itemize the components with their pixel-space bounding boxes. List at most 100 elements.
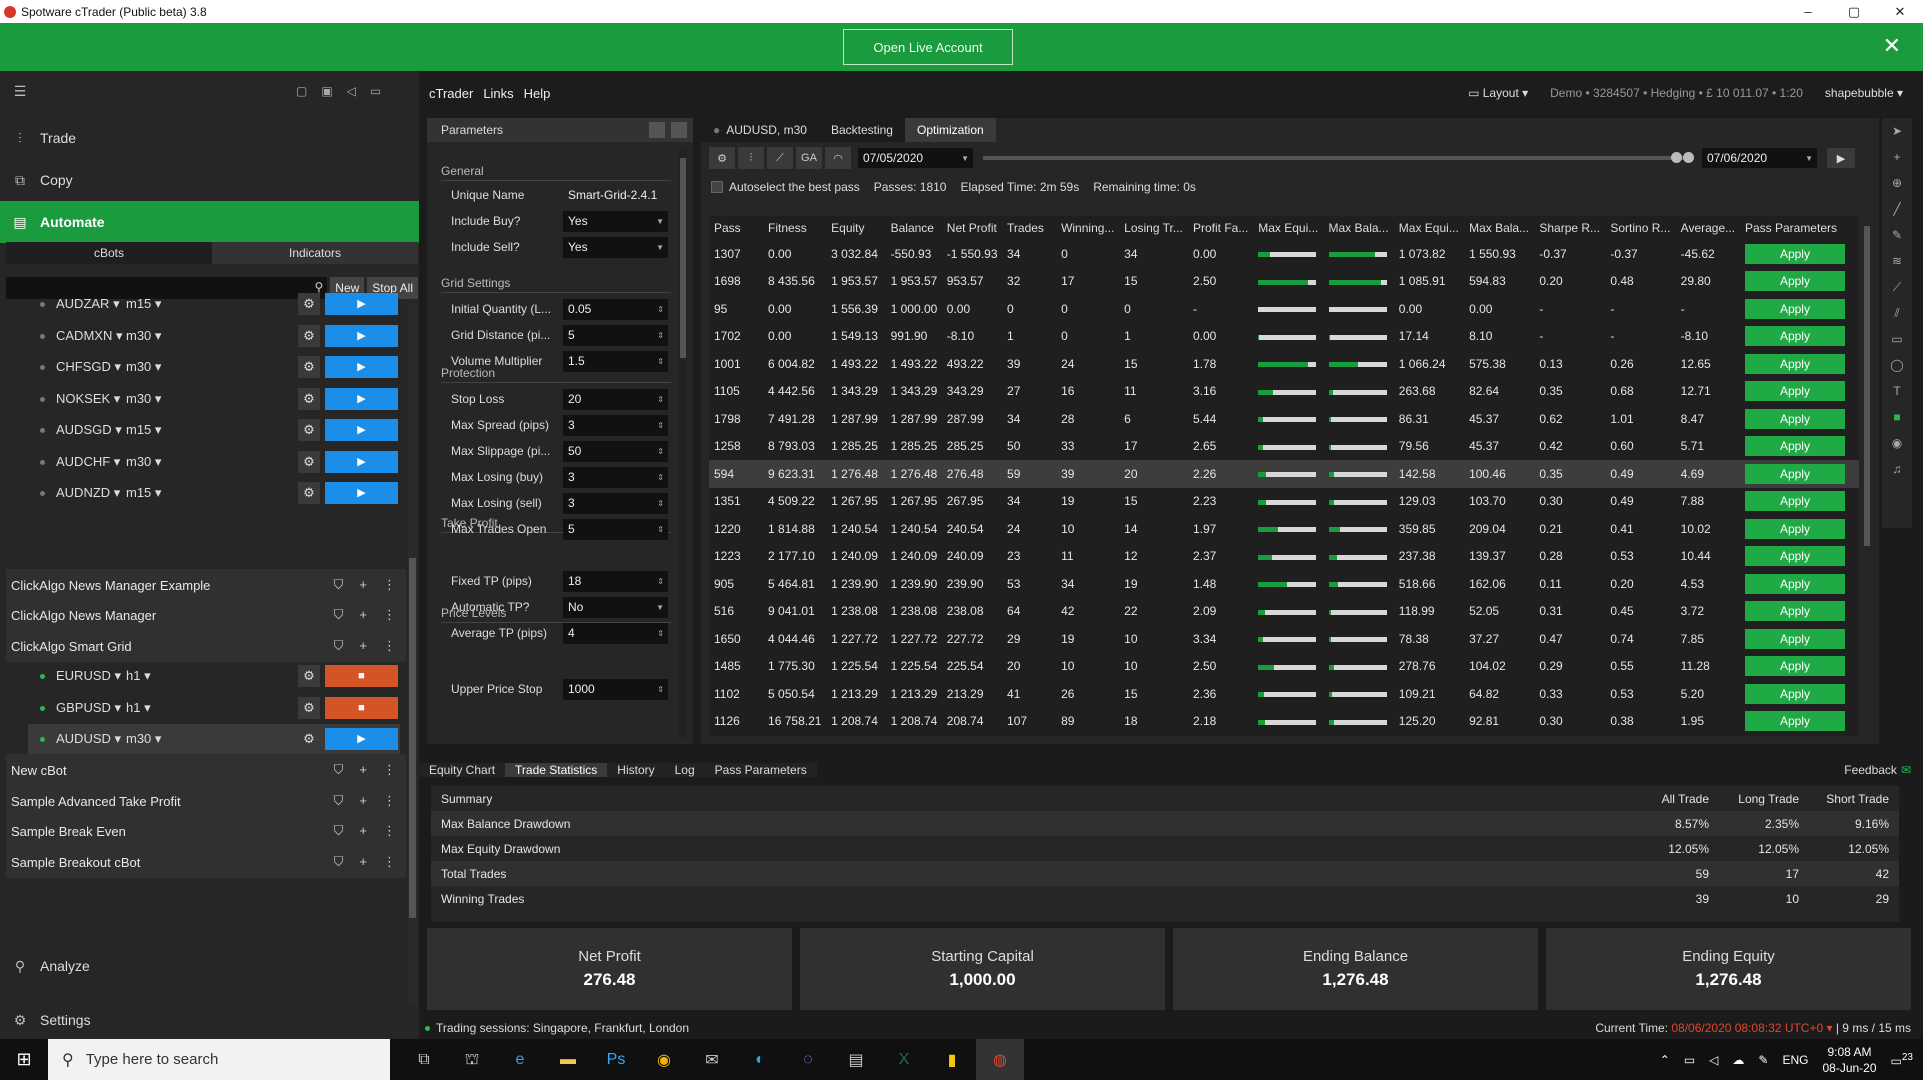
- parameter-value-input[interactable]: No ▼: [563, 596, 668, 618]
- cursor-icon[interactable]: ➤: [1882, 118, 1912, 144]
- play-button[interactable]: ▶: [325, 451, 398, 473]
- gear-icon[interactable]: ⚙: [298, 388, 320, 410]
- parameter-value-input[interactable]: 1000 ⇕: [563, 678, 668, 700]
- apply-button[interactable]: Apply: [1744, 408, 1845, 429]
- spinner-icon[interactable]: ⇕: [657, 685, 664, 694]
- cbot-row[interactable]: Sample Break Even ⛉ + ⋮: [6, 815, 406, 847]
- spinner-icon[interactable]: ⇕: [657, 447, 664, 456]
- tab-history[interactable]: History: [607, 763, 665, 777]
- speed-icon[interactable]: ◠: [825, 147, 851, 169]
- tab-symbol[interactable]: ● AUDUSD, m30: [701, 118, 819, 142]
- network-icon[interactable]: ▭: [1684, 1053, 1695, 1067]
- menu-help[interactable]: Help: [524, 86, 551, 101]
- user-menu[interactable]: shapebubble ▾: [1825, 86, 1903, 100]
- apply-button[interactable]: Apply: [1744, 518, 1845, 539]
- apply-button[interactable]: Apply: [1744, 463, 1845, 484]
- play-button[interactable]: ▶: [325, 419, 398, 441]
- instance-timeframe[interactable]: h1 ▾: [126, 668, 176, 684]
- add-instance-icon[interactable]: +: [359, 854, 367, 870]
- column-header[interactable]: Pass Parameters: [1740, 216, 1859, 240]
- cbot-row[interactable]: Sample Breakout cBot ⛉ + ⋮: [6, 846, 406, 878]
- onedrive-icon[interactable]: ☁: [1732, 1053, 1744, 1067]
- fib-icon[interactable]: ≋: [1882, 248, 1912, 274]
- column-header[interactable]: Max Equi...: [1394, 216, 1464, 240]
- users-icon[interactable]: ⛉: [334, 854, 344, 870]
- bell-icon[interactable]: ♫: [1882, 456, 1912, 482]
- spinner-icon[interactable]: ⇕: [657, 525, 664, 534]
- account-info[interactable]: Demo • 3284507 • Hedging • £ 10 011.07 •…: [1550, 86, 1803, 100]
- instance-timeframe[interactable]: m30 ▾: [126, 328, 176, 344]
- settings-gear-icon[interactable]: ⚙: [709, 147, 735, 169]
- apply-button[interactable]: Apply: [1744, 628, 1845, 649]
- apply-button[interactable]: Apply: [1744, 326, 1845, 347]
- apply-button[interactable]: Apply: [1744, 711, 1845, 732]
- table-row[interactable]: 1702 0.00 1 549.13 991.90 -8.10 1 0 1 0.00 17.14 8…: [709, 323, 1859, 351]
- instance-row[interactable]: GBPUSD ▾ h1 ▾ ⚙ ■: [28, 693, 400, 723]
- cbot-row[interactable]: ClickAlgo News Manager ⛉ + ⋮: [6, 599, 406, 631]
- column-header[interactable]: Profit Fa...: [1188, 216, 1253, 240]
- nav-copy[interactable]: ⧉ Copy: [0, 159, 419, 201]
- maximize-button[interactable]: ▢: [1831, 0, 1877, 23]
- more-icon[interactable]: ⋮: [383, 638, 396, 654]
- sidebar-scrollbar[interactable]: [408, 303, 417, 1003]
- parameter-value-input[interactable]: Yes ▼: [563, 236, 668, 258]
- close-promo-icon[interactable]: ✕: [1883, 33, 1901, 59]
- parameter-value-input[interactable]: 5 ⇕: [563, 518, 668, 540]
- parameter-value-input[interactable]: 50 ⇕: [563, 440, 668, 462]
- line-icon[interactable]: ╱: [1882, 196, 1912, 222]
- notifications-icon[interactable]: ▭23: [1891, 1052, 1913, 1068]
- edge-legacy-icon[interactable]: e: [496, 1039, 544, 1080]
- column-header[interactable]: Pass: [709, 216, 763, 240]
- users-icon[interactable]: ⛉: [334, 638, 344, 654]
- ga-button[interactable]: GA: [796, 147, 822, 169]
- slider-handle-end[interactable]: [1683, 152, 1694, 163]
- tab-optimization[interactable]: Optimization: [904, 118, 996, 142]
- apply-button[interactable]: Apply: [1744, 271, 1845, 292]
- volume-icon[interactable]: ◁: [1709, 1053, 1718, 1067]
- cbot-row[interactable]: New cBot ⛉ + ⋮: [6, 754, 406, 786]
- parameter-value-input[interactable]: 20 ⇕: [563, 388, 668, 410]
- spinner-icon[interactable]: ⇕: [657, 499, 664, 508]
- column-header[interactable]: Trades: [1002, 216, 1056, 240]
- task-view-icon[interactable]: ⧉: [400, 1039, 448, 1080]
- layout-button[interactable]: ▭ Layout ▾: [1468, 86, 1528, 100]
- play-button[interactable]: ▶: [325, 728, 398, 750]
- instance-symbol[interactable]: CADMXN ▾: [56, 328, 126, 344]
- nav-automate[interactable]: ▤ Automate: [0, 201, 419, 243]
- spinner-icon[interactable]: ⇕: [657, 357, 664, 366]
- nav-settings[interactable]: ⚙ Settings: [0, 999, 419, 1041]
- apply-button[interactable]: Apply: [1744, 243, 1845, 264]
- instance-row[interactable]: AUDNZD ▾ m15 ▾ ⚙ ▶: [28, 478, 400, 508]
- table-row[interactable]: 1258 8 793.03 1 285.25 1 285.25 285.25 50 33 17…: [709, 433, 1859, 461]
- taskbar-search[interactable]: ⚲ Type here to search: [48, 1039, 390, 1080]
- users-icon[interactable]: ⛉: [334, 793, 344, 809]
- date-from-field[interactable]: 07/05/2020 ▼: [858, 148, 973, 168]
- cbot-row[interactable]: Sample Advanced Take Profit ⛉ + ⋮: [6, 785, 406, 817]
- ctrader-taskbar-icon[interactable]: ◍: [976, 1039, 1024, 1080]
- add-instance-icon[interactable]: +: [359, 793, 367, 809]
- instance-row[interactable]: EURUSD ▾ h1 ▾ ⚙ ■: [28, 661, 400, 691]
- play-button[interactable]: ▶: [325, 482, 398, 504]
- column-header[interactable]: Average...: [1676, 216, 1740, 240]
- parameter-value-input[interactable]: 18 ⇕: [563, 570, 668, 592]
- dropdown-arrow-icon[interactable]: ▼: [656, 243, 664, 252]
- column-header[interactable]: Sortino R...: [1605, 216, 1675, 240]
- pen-tray-icon[interactable]: ✎: [1758, 1053, 1768, 1067]
- apply-button[interactable]: Apply: [1744, 601, 1845, 622]
- pen-icon[interactable]: ✎: [1882, 222, 1912, 248]
- ellipse-icon[interactable]: ◯: [1882, 352, 1912, 378]
- dropdown-arrow-icon[interactable]: ▼: [656, 217, 664, 226]
- spinner-icon[interactable]: ⇕: [657, 421, 664, 430]
- column-header[interactable]: Equity: [826, 216, 885, 240]
- table-row[interactable]: 1698 8 435.56 1 953.57 1 953.57 953.57 32 17 15…: [709, 268, 1859, 296]
- tab-pass-parameters[interactable]: Pass Parameters: [704, 763, 817, 777]
- table-row[interactable]: 1798 7 491.28 1 287.99 1 287.99 287.99 34 28 6 5…: [709, 405, 1859, 433]
- minimize-button[interactable]: –: [1785, 0, 1831, 23]
- instance-row[interactable]: AUDUSD ▾ m30 ▾ ⚙ ▶: [28, 724, 400, 754]
- apply-button[interactable]: Apply: [1744, 436, 1845, 457]
- excel-icon[interactable]: X: [880, 1039, 928, 1080]
- dropdown-arrow-icon[interactable]: ▼: [656, 603, 664, 612]
- instance-symbol[interactable]: CHFSGD ▾: [56, 359, 126, 375]
- more-icon[interactable]: ⋮: [383, 793, 396, 809]
- sidebar-tool-icons[interactable]: ▢▣◁▭: [296, 84, 395, 98]
